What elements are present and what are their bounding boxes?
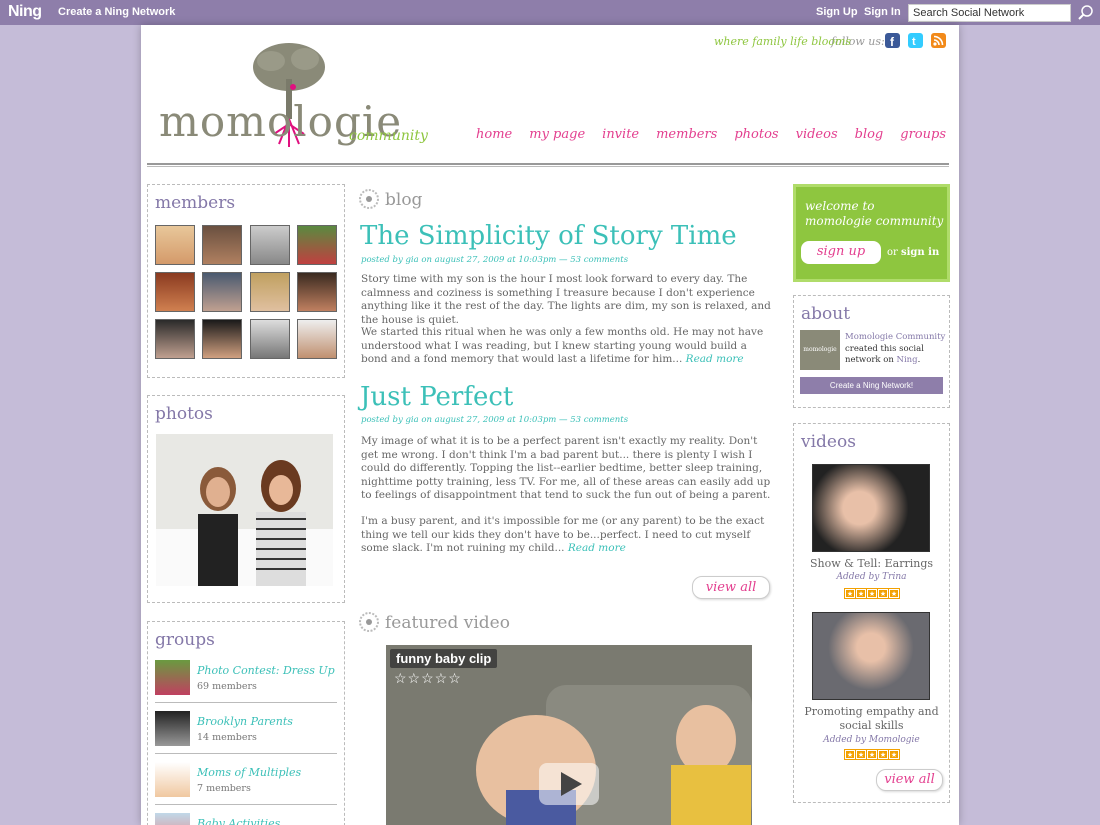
nav-my-page[interactable]: my page <box>529 127 585 142</box>
nav-photos[interactable]: photos <box>734 127 778 142</box>
group-thumb[interactable] <box>155 762 190 797</box>
photos-title[interactable]: photos <box>155 404 213 424</box>
search-input[interactable] <box>908 4 1071 22</box>
network-name-link[interactable]: Momologie Community <box>845 332 945 342</box>
signin-link[interactable]: sign in <box>901 247 939 258</box>
post-paragraph: We started this ritual when he was only … <box>361 326 764 365</box>
post-meta[interactable]: posted by gia on august 27, 2009 at 10:0… <box>361 415 628 425</box>
group-thumb[interactable] <box>155 660 190 695</box>
group-name[interactable]: Baby Activities <box>197 817 280 825</box>
divider <box>155 804 337 805</box>
about-title[interactable]: about <box>801 304 850 324</box>
avatar[interactable] <box>297 319 337 359</box>
welcome-text: welcome to momologie community <box>805 199 944 228</box>
video-player[interactable]: funny baby clip ☆☆☆☆☆ <box>386 645 752 825</box>
nav-invite[interactable]: invite <box>602 127 639 142</box>
group-members: 69 members <box>197 681 257 692</box>
featured-photo[interactable] <box>156 434 333 586</box>
divider <box>155 702 337 703</box>
members-box: members <box>147 184 345 378</box>
post-title[interactable]: The Simplicity of Story Time <box>360 221 737 251</box>
brand-subtitle: community <box>349 128 428 144</box>
main-nav: home my page invite members photos video… <box>476 127 946 142</box>
featured-video-title[interactable]: featured video <box>385 613 510 633</box>
post-paragraph: I'm a busy parent, and it's impossible f… <box>361 515 765 554</box>
or-label: or sign in <box>887 247 940 258</box>
videos-box: videos Show & Tell: Earrings Added by Tr… <box>793 423 950 803</box>
read-more-link[interactable]: Read more <box>568 542 626 554</box>
rating-stars-icon: ★ ★ ★ ★ ★ <box>844 749 900 760</box>
svg-text:f: f <box>890 35 895 48</box>
avatar[interactable] <box>297 225 337 265</box>
signup-link[interactable]: Sign Up <box>816 6 858 18</box>
nav-home[interactable]: home <box>476 127 512 142</box>
facebook-icon[interactable]: f <box>885 33 900 49</box>
flower-icon <box>359 189 379 209</box>
welcome-box: welcome to momologie community sign up o… <box>793 184 950 282</box>
group-name[interactable]: Brooklyn Parents <box>197 715 293 728</box>
avatar[interactable] <box>155 225 195 265</box>
videos-title[interactable]: videos <box>801 432 856 452</box>
ning-logo[interactable]: Ning <box>8 3 42 21</box>
network-logo[interactable]: momologie <box>800 330 840 370</box>
video-thumbnail[interactable] <box>812 464 930 552</box>
nav-blog[interactable]: blog <box>855 127 884 142</box>
avatar[interactable] <box>297 272 337 312</box>
avatar[interactable] <box>202 272 242 312</box>
group-members: 14 members <box>197 732 257 743</box>
group-members: 7 members <box>197 783 251 794</box>
about-text: Momologie Community created this social … <box>845 332 946 365</box>
signin-link[interactable]: Sign In <box>864 6 901 18</box>
post-title[interactable]: Just Perfect <box>360 382 513 412</box>
divider <box>155 753 337 754</box>
flower-icon <box>359 612 379 632</box>
members-title[interactable]: members <box>155 193 235 213</box>
videos-view-all-button[interactable]: view all <box>876 769 943 791</box>
avatar[interactable] <box>155 272 195 312</box>
create-network-button[interactable]: Create a Ning Network! <box>800 377 943 394</box>
post-meta[interactable]: posted by gia on august 27, 2009 at 10:0… <box>361 255 628 265</box>
avatar[interactable] <box>155 319 195 359</box>
clip-title: funny baby clip <box>390 649 498 668</box>
avatar[interactable] <box>250 272 290 312</box>
avatar[interactable] <box>250 319 290 359</box>
nav-members[interactable]: members <box>656 127 717 142</box>
search-icon[interactable] <box>1077 4 1095 22</box>
rating-stars-icon: ★ ★ ★ ★ ★ <box>844 588 900 599</box>
rss-icon[interactable] <box>931 33 946 48</box>
rating-stars-icon: ☆☆☆☆☆ <box>394 671 462 687</box>
group-thumb[interactable] <box>155 711 190 746</box>
post-paragraph: My image of what it is to be a perfect p… <box>361 435 771 501</box>
photos-box: photos <box>147 395 345 603</box>
blog-title[interactable]: blog <box>385 190 422 210</box>
group-name[interactable]: Photo Contest: Dress Up <box>197 664 335 677</box>
avatar[interactable] <box>250 225 290 265</box>
tagline: where family life blooms <box>714 35 852 48</box>
nav-groups[interactable]: groups <box>900 127 946 142</box>
post-paragraph: Story time with my son is the hour I mos… <box>361 273 771 326</box>
avatar[interactable] <box>202 319 242 359</box>
video-thumbnail[interactable] <box>812 612 930 700</box>
header-divider <box>147 163 949 167</box>
svg-text:t: t <box>912 36 916 48</box>
avatar[interactable] <box>202 225 242 265</box>
ning-link[interactable]: Ning <box>897 355 918 365</box>
groups-box: groups Photo Contest: Dress Up 69 member… <box>147 621 345 825</box>
video-title[interactable]: Show & Tell: Earrings <box>794 557 949 570</box>
group-thumb[interactable] <box>155 813 190 825</box>
twitter-icon[interactable]: t <box>908 33 923 48</box>
nav-videos[interactable]: videos <box>796 127 838 142</box>
group-name[interactable]: Moms of Multiples <box>197 766 301 779</box>
video-author[interactable]: Added by Trina <box>794 572 949 582</box>
ning-bar: Ning Create a Ning Network Sign Up Sign … <box>0 0 1100 25</box>
read-more-link[interactable]: Read more <box>686 353 744 365</box>
video-title[interactable]: Promoting empathy and social skills <box>799 705 944 733</box>
page-container: follow us: where family life blooms f t … <box>141 25 959 825</box>
groups-title[interactable]: groups <box>155 630 215 650</box>
signup-button[interactable]: sign up <box>801 241 881 264</box>
create-network-link[interactable]: Create a Ning Network <box>58 6 175 18</box>
video-author[interactable]: Added by Momologie <box>794 735 949 745</box>
about-box: about momologie Momologie Community crea… <box>793 295 950 408</box>
blog-view-all-button[interactable]: view all <box>692 576 770 599</box>
